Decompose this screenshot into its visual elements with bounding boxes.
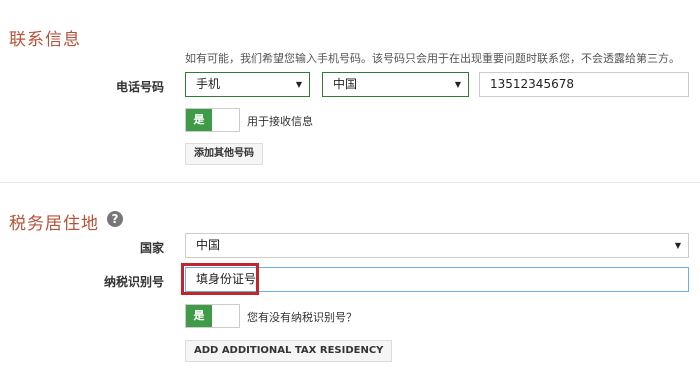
tin-label: 纳税识别号 [103,275,164,289]
tax-country-label: 国家 [139,241,164,255]
receive-messages-label: 用于接收信息 [247,115,313,128]
tax-country-select[interactable]: 中国 ▼ [185,233,689,258]
add-tax-residency-button[interactable]: ADD ADDITIONAL TAX RESIDENCY [185,340,393,362]
chevron-down-icon: ▼ [454,80,461,89]
phone-number-value: 13512345678 [490,77,574,91]
chevron-down-icon: ▼ [295,80,302,89]
add-phone-button[interactable]: 添加其他号码 [185,143,263,165]
tax-country-value: 中国 [196,238,221,252]
phone-type-select[interactable]: 手机 ▼ [185,72,310,97]
phone-number-input[interactable]: 13512345678 [479,72,689,97]
phone-label: 电话号码 [115,80,164,94]
phone-country-value: 中国 [333,77,358,91]
chevron-down-icon: ▼ [674,241,681,250]
tin-input[interactable]: 填身份证号 [185,267,689,292]
section-divider [0,182,700,183]
help-icon[interactable]: ? [107,211,123,227]
contact-section-title: 联系信息 [9,30,81,50]
has-tin-label: 您有没有纳税识别号？ [247,311,357,324]
tax-section-title: 税务居住地 [9,214,99,234]
annotation-highlight-box [181,263,259,295]
toggle-on-label: 是 [186,109,212,131]
phone-type-value: 手机 [196,77,221,91]
receive-messages-toggle[interactable]: 是 [185,108,240,132]
has-tin-toggle[interactable]: 是 [185,304,240,328]
contact-note: 如有可能，我们希望您输入手机号码。该号码只会用于在出现重要问题时联系您，不会透露… [185,52,680,65]
phone-country-select[interactable]: 中国 ▼ [322,72,469,97]
toggle-on-label: 是 [186,305,212,327]
